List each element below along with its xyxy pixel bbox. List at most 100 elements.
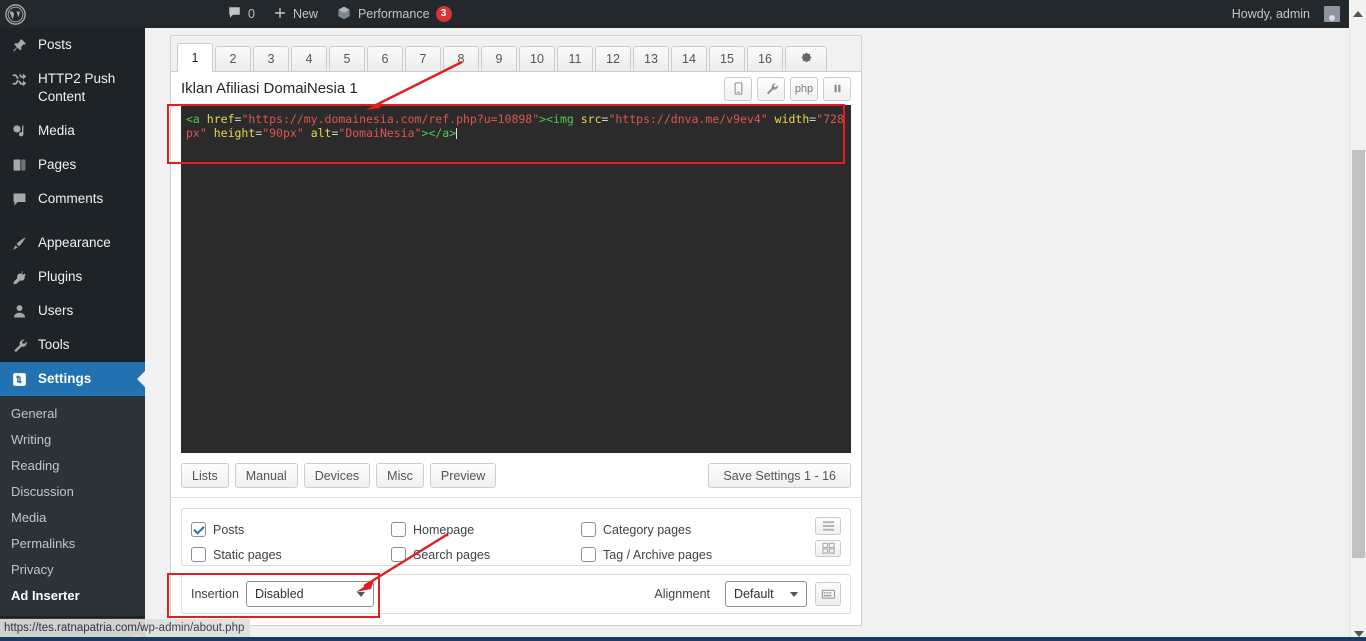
avatar-icon [1324, 6, 1340, 22]
submenu-item-privacy[interactable]: Privacy [0, 557, 145, 583]
insertion-row: Insertion Disabled Alignment Default [181, 574, 851, 614]
admin-bar-performance[interactable]: Performance 3 [327, 0, 461, 28]
admin-sidebar: Posts HTTP2 Push Content Media Pages Com… [0, 28, 145, 641]
sidebar-item-settings[interactable]: Settings [0, 362, 145, 396]
manual-button[interactable]: Manual [234, 463, 298, 488]
alignment-select[interactable]: Default [725, 581, 807, 607]
tab-settings[interactable] [785, 46, 827, 71]
submenu-item-permalinks[interactable]: Permalinks [0, 531, 145, 557]
comment-icon [9, 190, 29, 208]
tab-16[interactable]: 16 [747, 46, 783, 71]
submenu-item-reading[interactable]: Reading [0, 453, 145, 479]
checkbox-box[interactable] [391, 522, 406, 537]
tab-13[interactable]: 13 [633, 46, 669, 71]
new-label: New [292, 7, 318, 21]
sidebar-item-pages[interactable]: Pages [0, 148, 145, 182]
sidebar-item-posts[interactable]: Posts [0, 28, 145, 62]
php-icon[interactable]: php [790, 76, 818, 101]
sidebar-item-media[interactable]: Media [0, 114, 145, 148]
display-options-block: Posts Homepage Category pages Static pag… [181, 508, 851, 566]
checkbox-box[interactable] [391, 547, 406, 562]
admin-bar-new[interactable]: New [264, 0, 327, 28]
action-buttons-row: Lists Manual Devices Misc Preview Save S… [171, 453, 861, 498]
tab-4[interactable]: 4 [291, 46, 327, 71]
shuffle-icon [9, 70, 29, 88]
alignment-group: Alignment Default [654, 581, 841, 607]
status-bar-url: https://tes.ratnapatria.com/wp-admin/abo… [0, 619, 251, 637]
checkbox-label: Tag / Archive pages [603, 547, 713, 562]
checkbox-posts[interactable]: Posts [191, 522, 391, 537]
block-header: Iklan Afiliasi DomaiNesia 1 php [171, 72, 861, 105]
misc-button[interactable]: Misc [376, 463, 424, 488]
tab-7[interactable]: 7 [405, 46, 441, 71]
tab-2[interactable]: 2 [215, 46, 251, 71]
tab-10[interactable]: 10 [519, 46, 555, 71]
tab-9[interactable]: 9 [481, 46, 517, 71]
sidebar-item-tools[interactable]: Tools [0, 328, 145, 362]
main-content: 1 2 3 4 5 6 7 8 9 10 11 12 13 14 15 16 I… [145, 28, 1349, 641]
checkbox-box[interactable] [581, 547, 596, 562]
grid-view-icon[interactable] [815, 539, 841, 557]
wrench-icon [9, 336, 29, 354]
tab-1[interactable]: 1 [177, 43, 213, 72]
wordpress-icon[interactable] [0, 0, 30, 28]
block-tabs: 1 2 3 4 5 6 7 8 9 10 11 12 13 14 15 16 [171, 36, 861, 72]
checkbox-category-pages[interactable]: Category pages [581, 522, 815, 537]
tab-12[interactable]: 12 [595, 46, 631, 71]
devices-button[interactable]: Devices [303, 463, 371, 488]
submenu-item-general[interactable]: General [0, 401, 145, 427]
sidebar-item-label: Plugins [38, 269, 83, 284]
sidebar-item-label: Appearance [38, 235, 111, 250]
tab-15[interactable]: 15 [709, 46, 745, 71]
checkbox-box[interactable] [191, 522, 206, 537]
preview-button[interactable]: Preview [429, 463, 497, 488]
tab-11[interactable]: 11 [557, 46, 593, 71]
checkbox-homepage[interactable]: Homepage [391, 522, 581, 537]
checkbox-label: Static pages [213, 547, 282, 562]
sidebar-item-label: Comments [38, 191, 104, 206]
performance-icon [336, 5, 352, 24]
submenu-item-media[interactable]: Media [0, 505, 145, 531]
tab-3[interactable]: 3 [253, 46, 289, 71]
sidebar-item-appearance[interactable]: Appearance [0, 226, 145, 260]
scrollbar-thumb[interactable] [1352, 150, 1365, 558]
pin-icon [9, 36, 29, 54]
wrench-icon[interactable] [757, 76, 785, 101]
list-view-icon[interactable] [815, 517, 841, 535]
tab-5[interactable]: 5 [329, 46, 365, 71]
checkbox-static-pages[interactable]: Static pages [191, 547, 391, 562]
sidebar-item-plugins[interactable]: Plugins [0, 260, 145, 294]
sidebar-item-comments[interactable]: Comments [0, 182, 145, 216]
submenu-item-discussion[interactable]: Discussion [0, 479, 145, 505]
ad-inserter-panel: 1 2 3 4 5 6 7 8 9 10 11 12 13 14 15 16 I… [170, 35, 862, 626]
sidebar-item-label: Users [38, 303, 74, 318]
sidebar-item-users[interactable]: Users [0, 294, 145, 328]
submenu-item-ad-inserter[interactable]: Ad Inserter [0, 583, 145, 609]
sidebar-item-label: HTTP2 Push Content [38, 71, 116, 104]
keyboard-icon[interactable] [815, 582, 841, 606]
block-toolbar: php [724, 76, 851, 101]
tab-14[interactable]: 14 [671, 46, 707, 71]
scroll-up-button[interactable] [1349, 0, 1366, 28]
vertical-scrollbar[interactable] [1349, 28, 1366, 641]
admin-bar-my-account[interactable]: Howdy, admin [1223, 0, 1349, 28]
checkbox-box[interactable] [581, 522, 596, 537]
insertion-select[interactable]: Disabled [245, 581, 374, 607]
performance-label: Performance [357, 7, 430, 21]
checkbox-search-pages[interactable]: Search pages [391, 547, 581, 562]
pause-icon[interactable] [823, 76, 851, 101]
lists-button[interactable]: Lists [181, 463, 229, 488]
checkbox-tag-archive-pages[interactable]: Tag / Archive pages [581, 547, 815, 562]
save-settings-button[interactable]: Save Settings 1 - 16 [708, 463, 851, 488]
tab-6[interactable]: 6 [367, 46, 403, 71]
admin-bar-comments[interactable]: 0 [218, 0, 264, 28]
sidebar-item-http2-push-content[interactable]: HTTP2 Push Content [0, 62, 145, 114]
checkbox-box[interactable] [191, 547, 206, 562]
submenu-item-writing[interactable]: Writing [0, 427, 145, 453]
tab-8[interactable]: 8 [443, 46, 479, 71]
sidebar-item-label: Tools [38, 337, 70, 352]
settings-submenu: General Writing Reading Discussion Media… [0, 396, 145, 616]
checkbox-label: Homepage [413, 522, 475, 537]
device-icon[interactable] [724, 76, 752, 101]
code-editor[interactable]: <a href="https://my.domainesia.com/ref.p… [181, 105, 851, 453]
